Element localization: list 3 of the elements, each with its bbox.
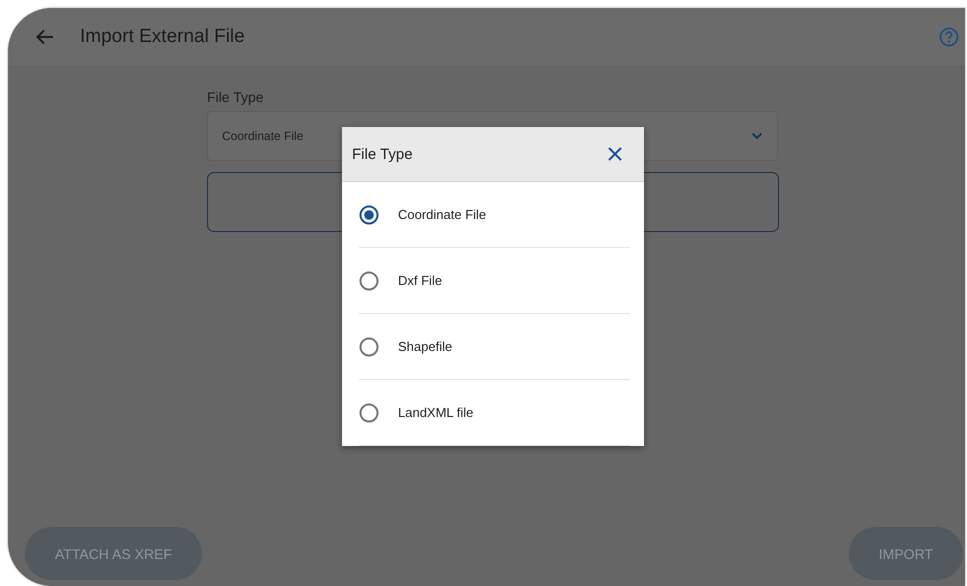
field-label: File Type xyxy=(207,89,265,105)
dialog-title: File Type xyxy=(352,146,413,162)
page-title: Import External File xyxy=(80,26,246,48)
